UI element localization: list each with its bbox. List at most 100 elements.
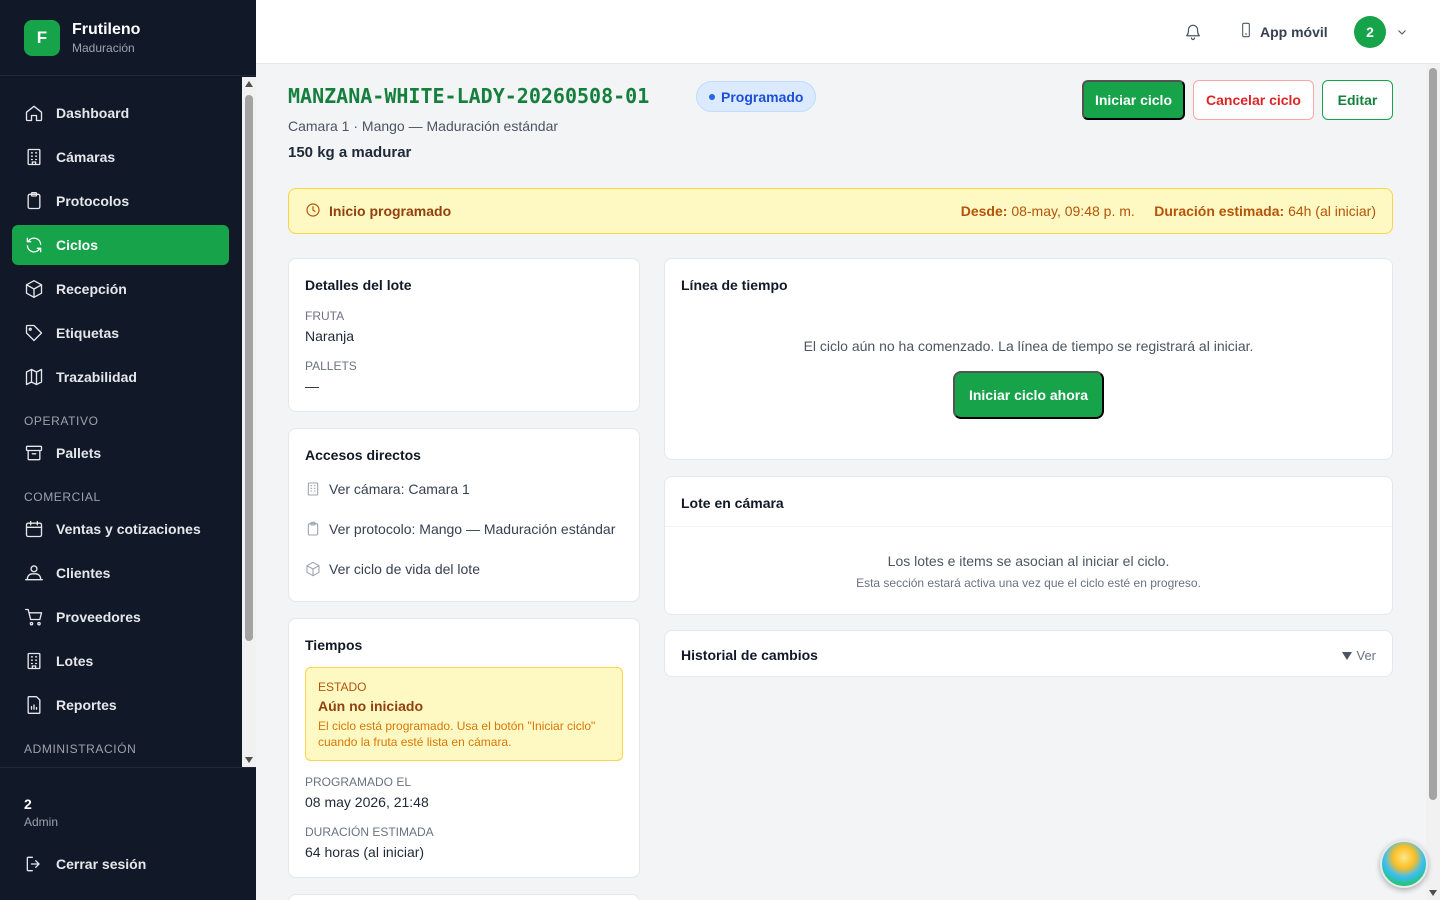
sidebar-nav: Dashboard Cámaras Protocolos Ciclos Rece… xyxy=(0,77,242,767)
times-card: Tiempos ESTADO Aún no iniciado El ciclo … xyxy=(288,618,640,878)
duracion-value: 64 horas (al iniciar) xyxy=(305,844,425,860)
map-icon xyxy=(25,368,43,386)
history-card[interactable]: Historial de cambios Ver xyxy=(664,630,1393,677)
estado-label: ESTADO xyxy=(318,680,367,694)
logout-button[interactable]: Cerrar sesión xyxy=(24,854,146,874)
fruit-value: Naranja xyxy=(305,328,355,344)
notifications-button[interactable] xyxy=(1184,23,1202,41)
app-movil-label: App móvil xyxy=(1260,23,1328,40)
sidebar-item-label: Ciclos xyxy=(56,237,99,253)
building-icon xyxy=(27,652,41,670)
cycle-title: MANZANA-WHITE-LADY-20260508-01 xyxy=(288,84,650,108)
programado-label: PROGRAMADO EL xyxy=(305,775,412,789)
sidebar-item-dashboard[interactable]: Dashboard xyxy=(12,93,229,133)
sidebar-item-label: Trazabilidad xyxy=(56,369,137,385)
archive-icon xyxy=(25,445,43,461)
history-toggle[interactable]: Ver xyxy=(1342,648,1376,663)
building-icon xyxy=(27,148,41,166)
sidebar-item-clientes[interactable]: Clientes xyxy=(12,553,229,593)
times-title: Tiempos xyxy=(305,637,363,653)
brand-logo: F xyxy=(24,19,60,56)
scroll-down-arrow-icon[interactable] xyxy=(1429,890,1437,896)
user-role: Admin xyxy=(24,815,59,829)
sidebar-item-label: Etiquetas xyxy=(56,325,120,341)
start-cycle-now-button[interactable]: Iniciar ciclo ahora xyxy=(953,371,1104,419)
scroll-up-arrow-icon[interactable] xyxy=(245,81,253,87)
pallets-value: — xyxy=(305,378,319,394)
link-ver-camara[interactable]: Ver cámara: Camara 1 xyxy=(305,481,470,497)
sidebar-item-trazabilidad[interactable]: Trazabilidad xyxy=(12,357,229,397)
sidebar-item-label: Cámaras xyxy=(56,149,116,165)
scrollbar-thumb[interactable] xyxy=(1429,68,1437,800)
shortcuts-card: Accesos directos Ver cámara: Camara 1 Ve… xyxy=(288,428,640,602)
sidebar-item-etiquetas[interactable]: Etiquetas xyxy=(12,313,229,353)
start-cycle-button[interactable]: Iniciar ciclo xyxy=(1082,80,1185,120)
sidebar-item-label: Lotes xyxy=(56,653,94,669)
sidebar-item-recepcion[interactable]: Recepción xyxy=(12,269,229,309)
sidebar-scrollbar[interactable] xyxy=(242,77,256,767)
link-ver-protocolo[interactable]: Ver protocolo: Mango — Maduración estánd… xyxy=(305,521,615,537)
topbar: App móvil 2 xyxy=(256,0,1440,64)
sidebar-item-protocolos[interactable]: Protocolos xyxy=(12,181,229,221)
alert-desde-label: Desde: xyxy=(960,203,1008,219)
avatar[interactable]: 2 xyxy=(1354,16,1386,48)
alert-duracion-value: 64h (al iniciar) xyxy=(1288,203,1376,219)
sidebar-item-label: Ventas y cotizaciones xyxy=(56,521,201,537)
clock-icon xyxy=(305,202,321,221)
scroll-down-arrow-icon[interactable] xyxy=(245,757,253,763)
timeline-card: Línea de tiempo El ciclo aún no ha comen… xyxy=(664,258,1393,460)
lot-details-card: Detalles del lote FRUTA Naranja PALLETS … xyxy=(288,258,640,412)
box-icon xyxy=(306,561,320,577)
sidebar-item-camaras[interactable]: Cámaras xyxy=(12,137,229,177)
user-name: 2 xyxy=(24,796,32,812)
cart-icon xyxy=(25,608,43,626)
status-dot xyxy=(709,93,715,100)
sidebar-item-ventas[interactable]: Ventas y cotizaciones xyxy=(12,509,229,549)
sidebar-item-ciclos[interactable]: Ciclos xyxy=(12,225,229,265)
lot-in-chamber-message: Los lotes e items se asocian al iniciar … xyxy=(887,553,1170,569)
cancel-cycle-button[interactable]: Cancelar ciclo xyxy=(1193,80,1314,120)
building-icon xyxy=(307,482,319,496)
calendar-icon xyxy=(25,520,43,538)
sidebar-footer: 2 Admin Cerrar sesión xyxy=(0,767,256,900)
status-badge: Programado xyxy=(696,81,817,112)
shortcuts-title: Accesos directos xyxy=(305,447,421,463)
tag-icon xyxy=(25,324,43,342)
chevron-down-icon[interactable] xyxy=(1396,26,1408,38)
timeline-message: El ciclo aún no ha comenzado. La línea d… xyxy=(803,338,1254,354)
sidebar-item-label: Pallets xyxy=(56,445,102,461)
programado-value: 08 may 2026, 21:48 xyxy=(305,794,429,810)
bell-icon xyxy=(1186,24,1200,41)
logout-icon xyxy=(26,856,40,872)
nav-section-comercial: COMERCIAL xyxy=(24,490,101,504)
divider xyxy=(665,526,1392,527)
edit-button[interactable]: Editar xyxy=(1322,80,1393,120)
sidebar-item-label: Reportes xyxy=(56,697,117,713)
cycle-subtitle: Camara 1 · Mango — Maduración estándar xyxy=(288,118,559,134)
duracion-label: DURACIÓN ESTIMADA xyxy=(305,825,434,839)
pallets-label: PALLETS xyxy=(305,359,357,373)
sidebar-item-reportes[interactable]: Reportes xyxy=(12,685,229,725)
status-label: Programado xyxy=(721,88,804,105)
assistant-avatar-button[interactable] xyxy=(1380,840,1428,888)
sidebar-item-proveedores[interactable]: Proveedores xyxy=(12,597,229,637)
cycle-weight: 150 kg a madurar xyxy=(288,144,412,161)
nav-section-operativo: OPERATIVO xyxy=(24,414,99,428)
link-ciclo-vida-lote[interactable]: Ver ciclo de vida del lote xyxy=(305,561,480,577)
main-scrollbar[interactable] xyxy=(1426,64,1440,900)
sidebar-item-label: Protocolos xyxy=(56,193,130,209)
refresh-icon xyxy=(26,237,42,253)
report-icon xyxy=(27,696,41,714)
sidebar-item-pallets[interactable]: Pallets xyxy=(12,433,229,473)
app-movil-link[interactable]: App móvil xyxy=(1238,22,1328,41)
scrollbar-thumb[interactable] xyxy=(245,95,253,641)
alert-details: Desde: 08-may, 09:48 p. m. Duración esti… xyxy=(961,203,1376,219)
sidebar-item-label: Clientes xyxy=(56,565,111,581)
sidebar-item-lotes[interactable]: Lotes xyxy=(12,641,229,681)
link-label: Ver cámara: Camara 1 xyxy=(329,481,470,497)
alert-duracion-label: Duración estimada: xyxy=(1154,203,1285,219)
lot-in-chamber-title: Lote en cámara xyxy=(681,495,784,511)
brand[interactable]: F Frutileno Maduración xyxy=(0,0,256,76)
sidebar-item-label: Dashboard xyxy=(56,105,130,121)
clipboard-icon xyxy=(307,521,319,536)
